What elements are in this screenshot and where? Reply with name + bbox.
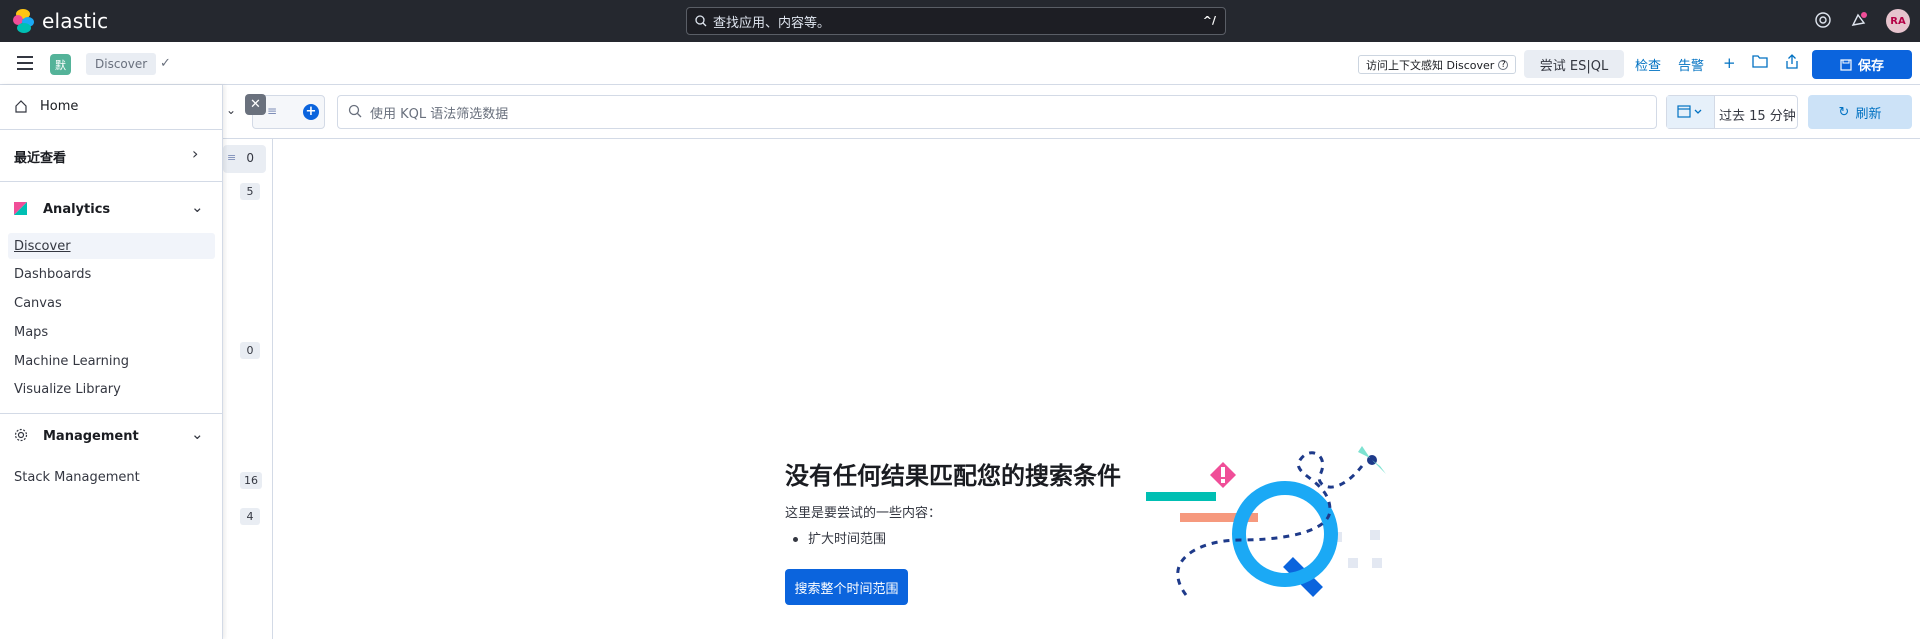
- context-help-label: 访问上下文感知 Discover: [1366, 58, 1495, 72]
- filter-icon: ≡: [267, 104, 278, 118]
- close-drawer-icon[interactable]: ✕: [245, 94, 266, 115]
- nav-item-visualize-library[interactable]: Visualize Library: [14, 382, 121, 397]
- save-label: 保存: [1857, 59, 1884, 74]
- search-shortcut: ^/: [1202, 14, 1216, 27]
- refresh-button[interactable]: ↻ 刷新: [1808, 95, 1912, 129]
- inspect-link[interactable]: 检查: [1635, 55, 1661, 74]
- elastic-logo[interactable]: elastic: [13, 9, 108, 33]
- nav-management-title[interactable]: Management: [43, 429, 139, 444]
- nav-item-stack-management[interactable]: Stack Management: [14, 470, 140, 485]
- calendar-icon[interactable]: [1667, 96, 1715, 128]
- field-group-count: 4: [240, 508, 260, 525]
- alerts-link[interactable]: 告警: [1678, 55, 1704, 74]
- field-list-panel: [223, 139, 273, 639]
- search-all-time-button[interactable]: 搜索整个时间范围: [785, 569, 908, 605]
- dataview-chevron-down-icon[interactable]: ⌄: [226, 103, 236, 117]
- refresh-label: 刷新: [1855, 106, 1882, 122]
- app-header: 默 Discover ✓ 访问上下文感知 Discover ? 尝试 ES|QL…: [0, 42, 1920, 85]
- nav-item-canvas[interactable]: Canvas: [14, 296, 62, 311]
- open-folder-icon[interactable]: [1752, 54, 1768, 72]
- field-count: 0: [246, 151, 254, 165]
- save-icon: [1840, 58, 1852, 71]
- news-feed-icon[interactable]: [1850, 11, 1870, 31]
- global-search-input[interactable]: 查找应用、内容等。 ^/: [686, 7, 1226, 35]
- query-bar: ⌄ ≡ + 使用 KQL 语法筛选数据 过去 15 分钟 ↻ 刷新: [0, 85, 1920, 139]
- add-filter-icon[interactable]: +: [303, 104, 319, 120]
- nav-recently-viewed[interactable]: 最近查看 ›: [0, 130, 223, 182]
- brand-name: elastic: [42, 9, 109, 33]
- nav-analytics-title[interactable]: Analytics: [43, 202, 110, 217]
- global-search-placeholder: 查找应用、内容等。: [713, 15, 831, 31]
- chevron-down-icon[interactable]: ⌄: [191, 425, 204, 443]
- nav-home-label: Home: [40, 99, 79, 114]
- question-icon: ?: [1498, 59, 1509, 70]
- field-group-count: 16: [240, 472, 262, 489]
- kql-query-input[interactable]: 使用 KQL 语法筛选数据: [337, 95, 1657, 129]
- elastic-logo-icon: [13, 9, 35, 33]
- nav-item-discover[interactable]: Discover: [14, 239, 71, 254]
- field-group-count: 0: [240, 342, 260, 359]
- nav-item-dashboards[interactable]: Dashboards: [14, 267, 91, 282]
- filter-icon: ≡: [227, 151, 237, 164]
- empty-state-title: 没有任何结果匹配您的搜索条件: [785, 462, 1121, 490]
- space-avatar[interactable]: 默: [50, 54, 71, 75]
- help-lifebuoy-icon[interactable]: [1814, 11, 1834, 31]
- refresh-icon: ↻: [1838, 104, 1850, 120]
- field-filter-count[interactable]: ≡ 0: [223, 145, 266, 173]
- nav-recent-label: 最近查看: [14, 151, 67, 166]
- search-icon: [348, 104, 362, 118]
- search-icon: [695, 15, 707, 27]
- nav-divider: [0, 413, 223, 414]
- home-icon: [15, 100, 27, 113]
- context-aware-discover-button[interactable]: 访问上下文感知 Discover ?: [1358, 55, 1517, 74]
- user-avatar[interactable]: RA: [1886, 9, 1910, 33]
- save-button[interactable]: 保存: [1812, 50, 1912, 79]
- chevron-right-icon: ›: [192, 144, 199, 163]
- try-esql-button[interactable]: 尝试 ES|QL: [1524, 50, 1624, 78]
- menu-toggle-icon[interactable]: [17, 56, 33, 70]
- breadcrumb-discover[interactable]: Discover: [86, 53, 157, 75]
- share-icon[interactable]: [1785, 54, 1799, 74]
- new-plus-icon[interactable]: +: [1723, 54, 1736, 72]
- analytics-logo-icon: [14, 202, 27, 215]
- date-picker[interactable]: 过去 15 分钟: [1666, 95, 1798, 129]
- field-group-count: 5: [240, 183, 260, 200]
- nav-item-maps[interactable]: Maps: [14, 325, 48, 340]
- no-results-illustration: [1146, 446, 1386, 597]
- suggestion-item: 扩大时间范围: [793, 528, 886, 547]
- empty-state-subtitle: 这里是要尝试的一些内容：: [785, 506, 942, 521]
- nav-item-machine-learning[interactable]: Machine Learning: [14, 354, 129, 369]
- nav-home[interactable]: Home: [0, 85, 223, 130]
- check-icon: ✓: [160, 56, 171, 71]
- suggestion-text: 扩大时间范围: [808, 532, 887, 547]
- gear-icon: [14, 428, 28, 442]
- top-header-bar: elastic 查找应用、内容等。 ^/ RA: [0, 0, 1920, 42]
- date-range-label: 过去 15 分钟: [1719, 109, 1796, 124]
- navigation-drawer: Home 最近查看 › Analytics ⌄ Discover Dashboa…: [0, 85, 223, 639]
- kql-placeholder: 使用 KQL 语法筛选数据: [370, 106, 509, 122]
- chevron-down-icon[interactable]: ⌄: [191, 198, 204, 216]
